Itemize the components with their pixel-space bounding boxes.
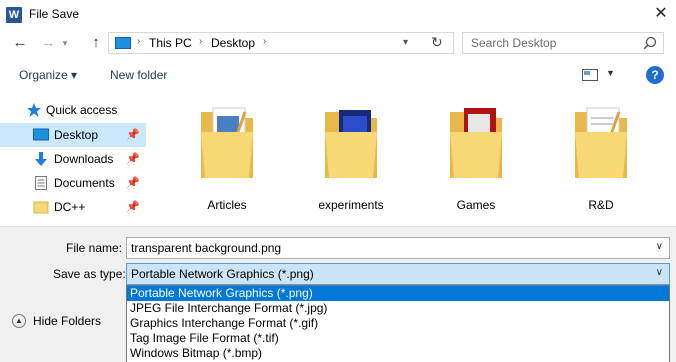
folder-item-games[interactable]: Games <box>421 100 531 220</box>
folder-item-articles[interactable]: Articles <box>172 100 282 220</box>
folder-icon <box>33 201 49 214</box>
change-view-icon[interactable] <box>582 69 598 81</box>
file-list: Articles experiments Games R&D <box>146 90 676 226</box>
back-arrow-icon: ← <box>12 34 28 51</box>
search-placeholder: Search Desktop <box>471 36 557 50</box>
folder-icon <box>450 108 502 178</box>
address-dropdown-icon[interactable]: ▾ <box>403 37 408 48</box>
file-type-dropdown-list: Portable Network Graphics (*.png) JPEG F… <box>126 285 670 362</box>
sidebar-item-desktop[interactable]: Desktop 📌 <box>0 123 146 147</box>
folder-label: experiments <box>318 198 384 212</box>
folder-label: Articles <box>207 198 247 212</box>
sidebar-item-dcpp[interactable]: DC++ 📌 <box>0 195 146 219</box>
sidebar-item-label: Documents <box>54 176 115 190</box>
file-type-option-tif[interactable]: Tag Image File Format (*.tif) <box>127 331 669 346</box>
folder-icon <box>575 107 627 178</box>
sidebar-item-label: Quick access <box>46 103 118 117</box>
folder-icon <box>325 110 377 178</box>
window-title: File Save <box>29 7 80 21</box>
chevron-down-icon: ▾ <box>62 38 68 48</box>
breadcrumb-chevron-icon[interactable]: › <box>199 36 202 47</box>
save-as-type-value: Portable Network Graphics (*.png) <box>131 267 314 281</box>
organize-button[interactable]: Organize ▾ <box>19 68 77 82</box>
file-type-option-jpg[interactable]: JPEG File Interchange Format (*.jpg) <box>127 301 669 316</box>
close-icon: ✕ <box>654 5 668 22</box>
desktop-icon <box>33 128 49 141</box>
sidebar-item-documents[interactable]: Documents 📌 <box>0 171 146 195</box>
breadcrumb-desktop[interactable]: Desktop <box>211 36 255 50</box>
navigation-bar: ← → ▾ ↑ › This PC › Desktop › ▾ ↻ Search… <box>0 30 676 58</box>
command-bar: Organize ▾ New folder ▼ ? <box>0 62 676 90</box>
up-button[interactable]: ↑ <box>86 33 106 53</box>
navigation-pane: Quick access Desktop 📌 Downloads 📌 Docum… <box>0 96 146 226</box>
file-type-option-gif[interactable]: Graphics Interchange Format (*.gif) <box>127 316 669 331</box>
save-as-type-label: Save as type: <box>53 267 126 281</box>
save-as-type-select[interactable]: Portable Network Graphics (*.png) ∨ <box>126 263 670 285</box>
folder-label: Games <box>456 198 496 212</box>
close-button[interactable]: ✕ <box>646 0 676 28</box>
breadcrumb-chevron-icon[interactable]: › <box>263 36 266 47</box>
pin-icon[interactable]: 📌 <box>126 176 140 189</box>
folder-label: R&D <box>588 198 614 212</box>
sidebar-item-label: DC++ <box>54 200 86 214</box>
download-icon <box>35 152 47 166</box>
back-button[interactable]: ← <box>10 33 30 53</box>
breadcrumb-this-pc[interactable]: This PC <box>149 36 192 50</box>
chevron-up-icon: ▲ <box>12 314 26 328</box>
save-form: File name: transparent background.png ∨ … <box>0 226 676 362</box>
star-icon <box>27 103 41 117</box>
pc-icon <box>115 37 131 49</box>
pin-icon[interactable]: 📌 <box>126 152 140 165</box>
forward-button[interactable]: → <box>38 33 58 53</box>
pin-icon[interactable]: 📌 <box>126 128 140 141</box>
documents-icon <box>35 176 47 190</box>
sidebar-item-downloads[interactable]: Downloads 📌 <box>0 147 146 171</box>
sidebar-item-quick-access[interactable]: Quick access <box>0 98 146 122</box>
folder-icon <box>201 107 253 178</box>
search-box[interactable]: Search Desktop <box>462 32 664 54</box>
search-icon <box>643 36 657 50</box>
hide-folders-label: Hide Folders <box>33 314 102 328</box>
folder-item-experiments[interactable]: experiments <box>296 100 406 220</box>
up-arrow-icon: ↑ <box>92 34 100 51</box>
forward-arrow-icon: → <box>40 34 56 51</box>
chevron-down-icon[interactable]: ∨ <box>656 241 663 252</box>
file-type-option-png[interactable]: Portable Network Graphics (*.png) <box>127 286 669 301</box>
file-name-label: File name: <box>66 241 123 255</box>
pin-icon[interactable]: 📌 <box>126 200 140 213</box>
view-options-dropdown-icon[interactable]: ▼ <box>606 68 615 78</box>
file-type-option-bmp[interactable]: Windows Bitmap (*.bmp) <box>127 346 669 361</box>
chevron-down-icon[interactable]: ∨ <box>656 267 663 278</box>
file-name-field[interactable]: transparent background.png ∨ <box>126 237 670 259</box>
help-icon[interactable]: ? <box>646 66 664 84</box>
sidebar-item-label: Downloads <box>54 152 114 166</box>
title-bar: W File Save ✕ <box>0 0 676 30</box>
new-folder-button[interactable]: New folder <box>110 68 167 82</box>
sidebar-item-label: Desktop <box>54 128 99 142</box>
breadcrumb-chevron-icon[interactable]: › <box>137 36 140 47</box>
recent-locations-button[interactable]: ▾ <box>58 33 72 53</box>
word-app-icon: W <box>6 7 22 23</box>
refresh-icon[interactable]: ↻ <box>431 34 443 51</box>
file-name-value: transparent background.png <box>131 241 282 255</box>
folder-item-r-and-d[interactable]: R&D <box>546 100 656 220</box>
address-bar[interactable]: › This PC › Desktop › ▾ ↻ <box>108 32 454 54</box>
